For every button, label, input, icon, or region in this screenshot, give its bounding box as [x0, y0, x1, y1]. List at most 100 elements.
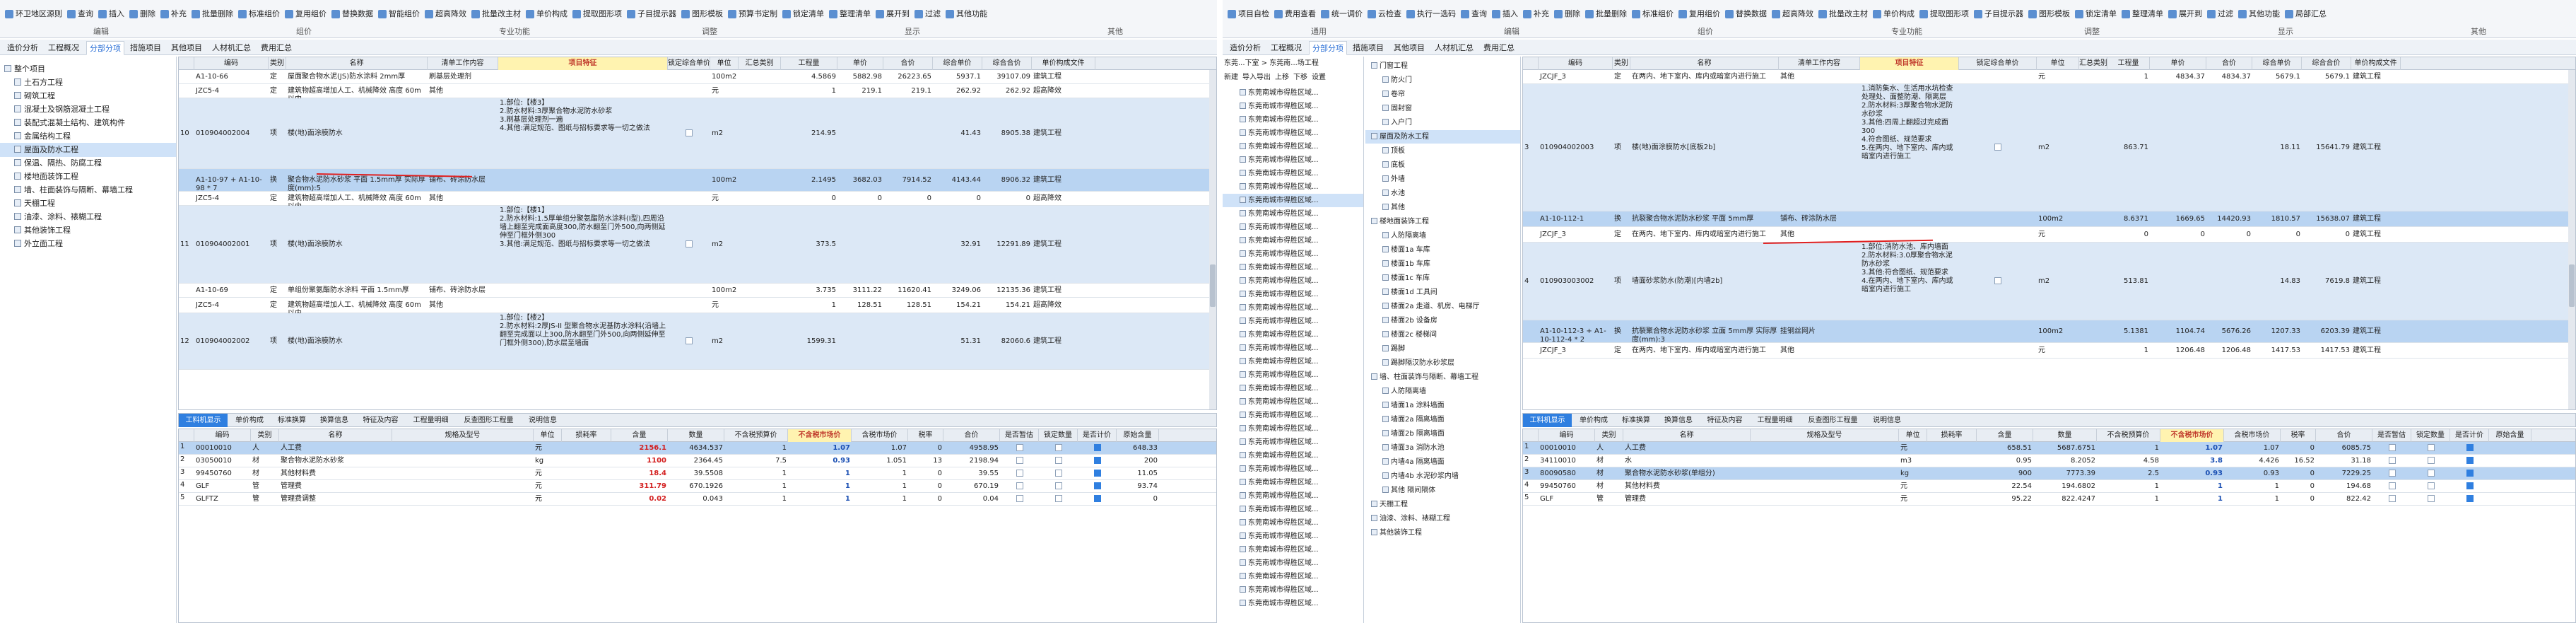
- detail-tab-7[interactable]: 说明信息: [522, 414, 563, 427]
- ribbon-button[interactable]: 整理清单: [2121, 7, 2163, 21]
- lock-price-cell[interactable]: [668, 84, 710, 98]
- ribbon-button[interactable]: 预算书定制: [727, 7, 777, 21]
- ribbon-button[interactable]: 标准组价: [1631, 7, 1674, 21]
- header-cell[interactable]: 含税市场价: [852, 429, 908, 442]
- cell-market[interactable]: 1: [2160, 480, 2224, 493]
- project-list-item[interactable]: 东莞南城市得胜区域...: [1223, 382, 1363, 395]
- vertical-scrollbar[interactable]: [2568, 70, 2575, 409]
- vertical-scrollbar[interactable]: [1209, 70, 1216, 409]
- header-cell[interactable]: 含税市场价: [2224, 429, 2281, 442]
- detail-tab-5[interactable]: 工程量明细: [1751, 414, 1799, 427]
- lock-checkbox[interactable]: [686, 129, 693, 136]
- ribbon-button[interactable]: 提取图形项: [1919, 7, 1969, 21]
- checkbox-cell[interactable]: [2450, 455, 2489, 467]
- header-cell[interactable]: 税率: [2281, 429, 2316, 442]
- header-cell[interactable]: 数量: [2033, 429, 2097, 442]
- detail-tab-0[interactable]: 工料机显示: [1523, 414, 1572, 427]
- header-cell[interactable]: 类别: [1595, 429, 1623, 442]
- cell-market[interactable]: 1.07: [2160, 442, 2224, 455]
- checkbox-cell[interactable]: [1000, 442, 1039, 455]
- checkbox[interactable]: [2427, 470, 2435, 477]
- detail-tab-6[interactable]: 反查图形工程量: [457, 414, 521, 427]
- ribbon-button[interactable]: 子目提示器: [626, 7, 676, 21]
- header-cell[interactable]: 综合合价: [982, 57, 1032, 70]
- tree-item[interactable]: 固封窗: [1365, 102, 1520, 115]
- checkbox[interactable]: [2466, 444, 2474, 451]
- detail-tab-3[interactable]: 换算信息: [314, 414, 355, 427]
- table-row[interactable]: 3 010904002003 项 楼(地)面涂膜防水[底板2b] 1.消防集水、生活用水…: [1523, 84, 2575, 211]
- ribbon-button[interactable]: 超高降效: [424, 7, 466, 21]
- header-cell[interactable]: 锁定综合单价: [668, 57, 710, 70]
- ribbon-button[interactable]: 复用组价: [284, 7, 327, 21]
- tree-item[interactable]: 墙、柱面装饰与隔断、幕墙工程: [0, 183, 176, 197]
- lock-price-cell[interactable]: [668, 298, 710, 313]
- ribbon-button[interactable]: 过滤: [2206, 7, 2233, 21]
- table-row[interactable]: 1 00010010 人人工费元 658.51 5687.6751 1 1.07 1.07 0 6…: [1523, 442, 2575, 455]
- tab-2[interactable]: 分部分项: [1309, 41, 1347, 55]
- table-row[interactable]: 2 34110010 材 水 m3 0.95 8.2052 4.58 3.8 4.426 16.52…: [1523, 455, 2575, 467]
- header-cell[interactable]: 单位: [1899, 429, 1927, 442]
- header-cell[interactable]: 不含税市场价: [788, 429, 852, 442]
- tree-item[interactable]: 屋面及防水工程: [1365, 130, 1520, 144]
- table-row[interactable]: A1-10-112-1 换 抗裂聚合物水泥防水砂浆 平面 5mm厚 铺布、砖涂防水层 1…: [1523, 211, 2575, 227]
- header-cell[interactable]: 是否计价: [1078, 429, 1117, 442]
- lock-price-cell[interactable]: [668, 313, 710, 370]
- tree-item[interactable]: 内墙4b 水泥砂浆内墙: [1365, 470, 1520, 483]
- tab-3[interactable]: 措施项目: [127, 41, 165, 55]
- lock-price-cell[interactable]: [1959, 84, 2037, 211]
- lock-price-cell[interactable]: [668, 169, 710, 192]
- project-list-item[interactable]: 东莞南城市得胜区域...: [1223, 342, 1363, 355]
- tree-item[interactable]: 墙面3a 消防水池: [1365, 441, 1520, 455]
- cell-market[interactable]: 0.93: [788, 455, 852, 467]
- table-row[interactable]: JZC5-4 定 建筑物超高增加人工、机械降效 高度 60m以内其他 元 1 128.51…: [179, 298, 1216, 313]
- checkbox[interactable]: [2427, 495, 2435, 502]
- cell-market[interactable]: 1: [2160, 493, 2224, 506]
- checkbox-cell[interactable]: [1078, 467, 1117, 480]
- tab-1[interactable]: 工程概况: [45, 41, 83, 55]
- cell-market[interactable]: 1: [788, 493, 852, 506]
- detail-tab-3[interactable]: 换算信息: [1658, 414, 1699, 427]
- checkbox-cell[interactable]: [2411, 480, 2450, 493]
- header-cell[interactable]: 编码: [194, 57, 269, 70]
- header-cell[interactable]: 综合合价: [2302, 57, 2351, 70]
- checkbox-cell[interactable]: [2450, 480, 2489, 493]
- tab-1[interactable]: 工程概况: [1268, 41, 1306, 55]
- header-cell[interactable]: 是否暂估: [2372, 429, 2411, 442]
- checkbox-cell[interactable]: [2450, 493, 2489, 506]
- checkbox-cell[interactable]: [2411, 493, 2450, 506]
- ribbon-button[interactable]: 局部汇总: [2284, 7, 2327, 21]
- header-cell[interactable]: 锁定综合单价: [1959, 57, 2037, 70]
- project-list-item[interactable]: 东莞南城市得胜区域...: [1223, 221, 1363, 234]
- header-cell[interactable]: 单位: [2037, 57, 2079, 70]
- toolbar-button[interactable]: 下移: [1293, 74, 1307, 81]
- header-cell[interactable]: 单价构成文件: [2351, 57, 2401, 70]
- checkbox[interactable]: [1054, 457, 1062, 464]
- header-cell[interactable]: 编码: [1539, 429, 1595, 442]
- header-cell[interactable]: 单位: [710, 57, 739, 70]
- ribbon-button[interactable]: 其他功能: [945, 7, 987, 21]
- header-cell[interactable]: 编码: [194, 429, 251, 442]
- table-row[interactable]: 4 GLF 管管理费元 311.79 670.1926 1 1 1 0 670.19 93.74: [179, 480, 1216, 493]
- header-cell[interactable]: 原始含量: [2489, 429, 2531, 442]
- project-list-item[interactable]: 东莞南城市得胜区域...: [1223, 583, 1363, 597]
- cell-content[interactable]: 658.51: [1977, 442, 2033, 455]
- project-list-item[interactable]: 东莞南城市得胜区域...: [1223, 261, 1363, 274]
- header-cell[interactable]: 工程量: [2107, 57, 2150, 70]
- lock-checkbox[interactable]: [686, 337, 693, 344]
- tree-item[interactable]: 楼面2c 楼梯间: [1365, 328, 1520, 342]
- checkbox[interactable]: [2427, 482, 2435, 489]
- ribbon-button[interactable]: 项目自检: [1227, 7, 1269, 21]
- tree-item[interactable]: 楼地面装饰工程: [1365, 215, 1520, 228]
- tree-item[interactable]: 外墙: [1365, 173, 1520, 186]
- header-cell[interactable]: 类别: [251, 429, 279, 442]
- ribbon-button[interactable]: 删除: [129, 7, 155, 21]
- ribbon-button[interactable]: 批量改主材: [471, 7, 521, 21]
- project-list-item[interactable]: 东莞南城市得胜区域...: [1223, 449, 1363, 462]
- header-cell[interactable]: 清单工作内容: [428, 57, 498, 70]
- checkbox[interactable]: [2427, 457, 2435, 464]
- ribbon-button[interactable]: 查询: [1460, 7, 1487, 21]
- table-row[interactable]: 3 99450760 材其他材料费元 18.4 39.5508 1 1 1 0 39.55 11.0…: [179, 467, 1216, 480]
- table-row[interactable]: JZC5-4定建筑物超高增加人工、机械降效 高度 60m以内其他元00000超高…: [179, 192, 1216, 206]
- scrollbar-thumb[interactable]: [2569, 264, 2575, 307]
- table-row[interactable]: JZCJF_3 定 在两内、地下室内、库内或暗室内进行施工 其他 元 1 1206.48 12…: [1523, 343, 2575, 359]
